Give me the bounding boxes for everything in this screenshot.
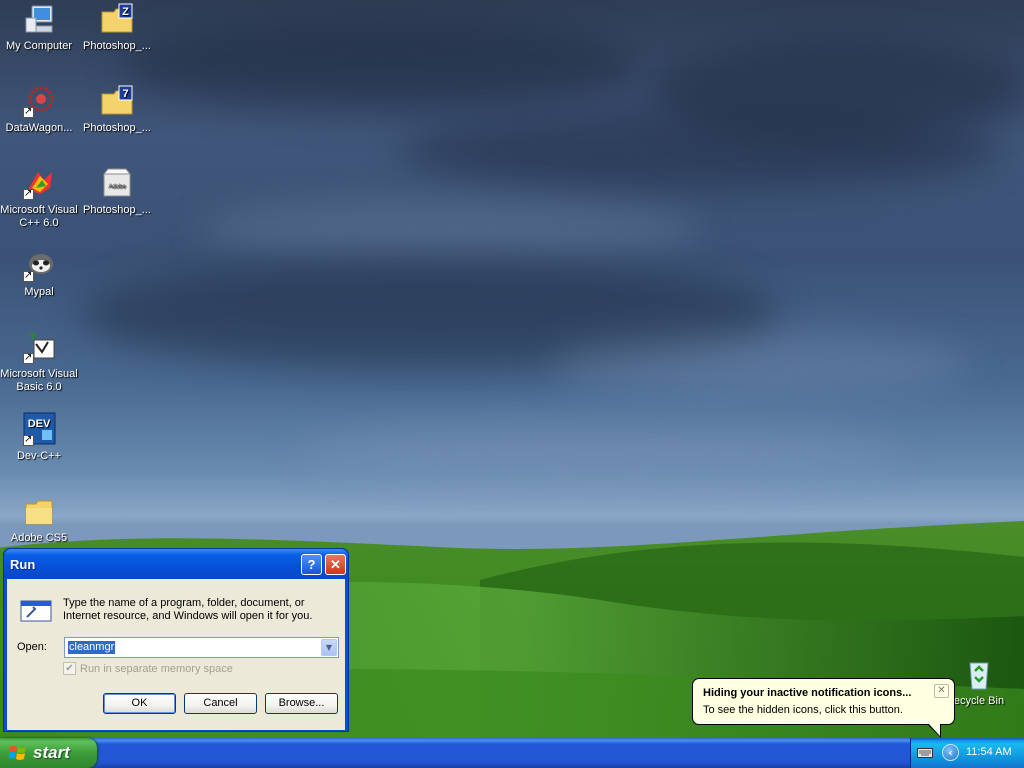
desktop-icon-label: Photoshop_...	[83, 204, 151, 216]
desktop-icon-adobe-cs5[interactable]: Adobe CS5	[0, 494, 78, 545]
desktop-icon-label: Dev-C++	[16, 450, 62, 462]
folder-icon	[22, 494, 56, 528]
run-description: Type the name of a program, folder, docu…	[63, 597, 313, 622]
desktop-icon-devcpp[interactable]: DEV Dev-C++	[0, 412, 78, 463]
recycle-bin-icon	[962, 657, 996, 691]
computer-icon	[22, 2, 56, 36]
desktop-icon-label: ecycle Bin	[953, 695, 1005, 707]
desktop-icon-label: Mypal	[24, 286, 54, 298]
desktop-icon-datawagon[interactable]: DataWagon...	[0, 84, 78, 135]
desktop-icon-photoshop-2[interactable]: 7 Photoshop_...	[78, 84, 156, 135]
adobe-box-text: Adobe	[108, 184, 126, 190]
open-label: Open:	[17, 641, 47, 653]
keyboard-icon[interactable]	[917, 746, 933, 758]
help-button[interactable]: ?	[301, 554, 322, 575]
zip-badge: Z	[122, 6, 129, 18]
show-hidden-icons-button[interactable]: ‹	[942, 744, 959, 761]
desktop-icon-photoshop-1[interactable]: Z Photoshop_...	[78, 2, 156, 53]
balloon-text: To see the hidden icons, click this butt…	[703, 704, 903, 716]
datawagon-icon	[22, 84, 56, 118]
visual-basic-icon	[22, 330, 56, 364]
devcpp-icon: DEV	[22, 412, 56, 446]
desktop-icon-label: Microsoft Visual C++ 6.0	[0, 204, 78, 229]
browse-button[interactable]: Browse...	[265, 693, 338, 714]
desktop-icon-mypal[interactable]: Mypal	[0, 248, 78, 299]
run-titlebar[interactable]: Run ? ✕	[4, 549, 348, 579]
desktop-icon-label: Adobe CS5	[10, 532, 68, 544]
desktop-icon-label: Photoshop_...	[83, 40, 151, 52]
open-input[interactable]: cleanmgr	[68, 641, 116, 654]
desktop-icon-visual-cpp[interactable]: Microsoft Visual C++ 6.0	[0, 166, 78, 230]
memory-space-checkbox: ✔	[63, 662, 76, 675]
desktop-icon-my-computer[interactable]: My Computer	[0, 2, 78, 53]
folder-zip-icon: Z	[100, 2, 134, 36]
run-program-icon	[20, 600, 52, 622]
run-title: Run	[10, 557, 36, 572]
start-label: start	[33, 743, 70, 762]
desktop-icon-label: My Computer	[5, 40, 73, 52]
desktop-icon-label: Photoshop_...	[83, 122, 151, 134]
balloon-tail-fill	[928, 723, 940, 736]
run-dialog-body: Type the name of a program, folder, docu…	[7, 579, 345, 730]
run-dialog[interactable]: Run ? ✕ Type the name of a program, fold…	[3, 548, 349, 732]
desktop-icon-label: DataWagon...	[5, 122, 73, 134]
adobe-box-icon: Adobe	[100, 166, 134, 200]
clock[interactable]: 11:54 AM	[966, 746, 1012, 758]
balloon-title: Hiding your inactive notification icons.…	[703, 687, 912, 699]
memory-space-label: Run in separate memory space	[80, 663, 233, 675]
visual-cpp-icon	[22, 166, 56, 200]
folder-7-icon: 7	[100, 84, 134, 118]
chevron-down-icon[interactable]: ▼	[321, 639, 337, 656]
windows-logo-icon	[9, 746, 26, 760]
balloon-close-button[interactable]: ✕	[934, 684, 949, 698]
mypal-icon	[22, 248, 56, 282]
desktop-icon-visual-basic[interactable]: Microsoft Visual Basic 6.0	[0, 330, 78, 394]
system-tray[interactable]: ‹ 11:54 AM	[910, 738, 1024, 768]
open-combobox[interactable]: cleanmgr ▼	[64, 637, 339, 658]
close-button[interactable]: ✕	[325, 554, 346, 575]
taskbar[interactable]: start ‹ 11:54 AM	[0, 738, 1024, 768]
cancel-button[interactable]: Cancel	[184, 693, 257, 714]
desktop-icon-photoshop-3[interactable]: Adobe Photoshop_...	[78, 166, 156, 217]
desktop-icon-label: Microsoft Visual Basic 6.0	[0, 368, 78, 393]
start-button[interactable]: start	[0, 738, 97, 768]
desktop-icon-recycle-bin[interactable]: ecycle Bin	[946, 657, 1012, 708]
seven-badge: 7	[122, 88, 128, 100]
ok-button[interactable]: OK	[103, 693, 176, 714]
devcpp-text: DEV	[28, 418, 51, 430]
notification-balloon[interactable]: Hiding your inactive notification icons.…	[692, 678, 955, 738]
